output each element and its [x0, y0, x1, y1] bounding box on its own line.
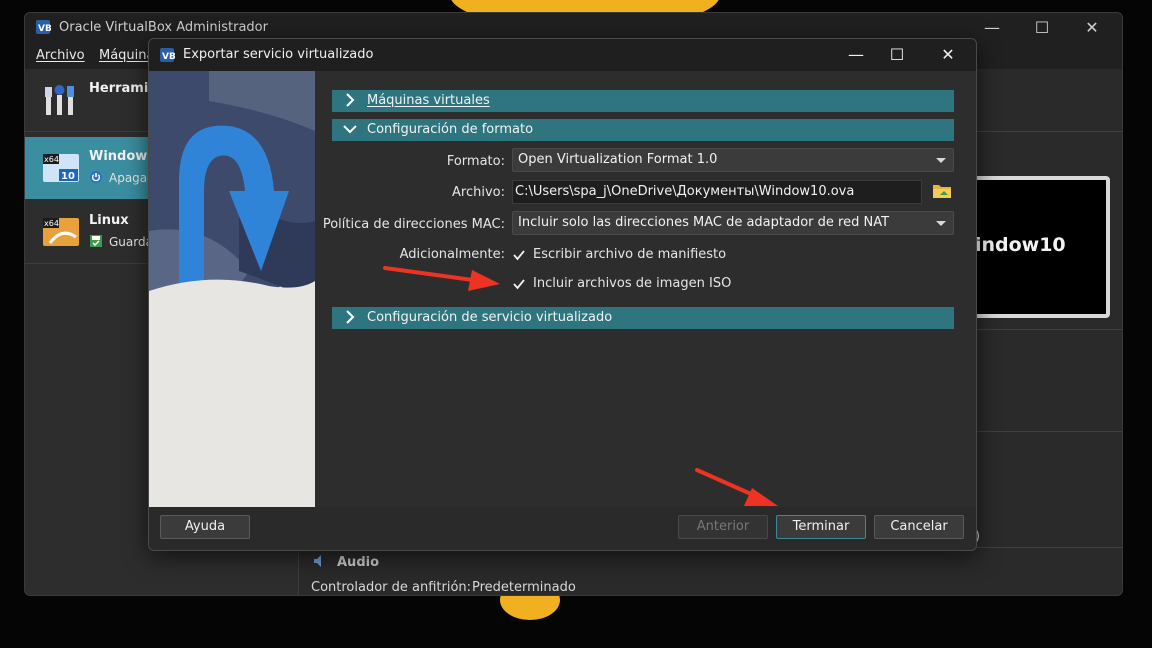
manifest-checkbox-label: Escribir archivo de manifiesto — [533, 247, 727, 262]
virtualbox-logo-icon: VB — [160, 48, 175, 62]
dialog-minimize-button[interactable]: — — [843, 44, 869, 66]
maximize-button[interactable]: ☐ — [1030, 17, 1054, 39]
chevron-down-icon — [343, 125, 357, 134]
format-label: Formato: — [446, 154, 505, 169]
help-button[interactable]: Ayuda — [160, 515, 250, 539]
svg-text:x64: x64 — [44, 155, 59, 164]
manager-title: Oracle VirtualBox Administrador — [59, 20, 268, 35]
audio-controller-label: Controlador de anfitrión: — [311, 580, 472, 595]
speaker-icon — [314, 555, 321, 567]
dropdown-arrow-icon — [936, 158, 946, 163]
file-path-value: C:\Users\spa_j\OneDrive\Документы\Window… — [515, 184, 855, 199]
section-virtual-machines[interactable]: Máquinas virtuales — [332, 90, 954, 112]
dialog-title: Exportar servicio virtualizado — [183, 47, 374, 62]
dropdown-arrow-icon — [936, 221, 946, 226]
chevron-right-icon — [346, 310, 355, 324]
section-label: Configuración de formato — [367, 122, 534, 137]
power-off-icon — [90, 171, 102, 183]
dialog-titlebar: VB Exportar servicio virtualizado — ☐ ✕ — [149, 39, 976, 71]
svg-text:VB: VB — [38, 24, 51, 34]
audio-controller-value: Predeterminado — [472, 580, 576, 595]
dialog-close-button[interactable]: ✕ — [935, 44, 961, 66]
linux-vm-icon: x64 — [43, 218, 79, 246]
svg-text:10: 10 — [61, 171, 75, 182]
saved-state-icon — [90, 235, 102, 247]
mac-policy-select[interactable]: Incluir solo las direcciones MAC de adap… — [512, 211, 954, 235]
mac-policy-label: Política de direcciones MAC: — [322, 217, 505, 232]
section-appliance-settings[interactable]: Configuración de servicio virtualizado — [332, 307, 954, 329]
menu-maquina[interactable]: Máquina — [99, 48, 155, 63]
tools-icon — [45, 85, 74, 115]
windows10-vm-icon: x64 10 — [43, 154, 79, 182]
svg-text:VB: VB — [162, 52, 175, 62]
minimize-button[interactable]: — — [980, 17, 1004, 39]
finish-button[interactable]: Terminar — [776, 515, 866, 539]
dialog-maximize-button[interactable]: ☐ — [884, 44, 910, 66]
section-label: Configuración de servicio virtualizado — [367, 310, 613, 325]
menu-archivo[interactable]: Archivo — [36, 48, 85, 63]
cancel-button[interactable]: Cancelar — [874, 515, 964, 539]
vm-preview: Window10 — [954, 176, 1110, 318]
include-iso-checkbox[interactable] — [512, 277, 526, 291]
virtualbox-logo-icon: VB — [36, 20, 51, 34]
include-iso-checkbox-label: Incluir archivos de imagen ISO — [533, 276, 732, 291]
file-path-input[interactable]: C:\Users\spa_j\OneDrive\Документы\Window… — [512, 180, 922, 204]
back-button[interactable]: Anterior — [678, 515, 768, 539]
format-select-value: Open Virtualization Format 1.0 — [518, 152, 718, 167]
export-appliance-dialog: VB Exportar servicio virtualizado — ☐ ✕ … — [148, 38, 977, 551]
section-format-settings[interactable]: Configuración de formato — [332, 119, 954, 141]
export-arrow-illustration — [149, 71, 315, 507]
close-button[interactable]: ✕ — [1080, 17, 1104, 39]
section-label: Máquinas virtuales — [367, 93, 490, 108]
audio-section-title: Audio — [337, 555, 380, 570]
export-wizard-illustration — [149, 71, 315, 507]
additional-label: Adicionalmente: — [399, 247, 505, 262]
dialog-footer: Ayuda Anterior Terminar Cancelar — [149, 507, 976, 550]
folder-browse-icon[interactable] — [931, 181, 953, 201]
file-label: Archivo: — [452, 185, 505, 200]
mac-policy-value: Incluir solo las direcciones MAC de adap… — [518, 215, 890, 230]
sidebar-item-label: Linux — [89, 213, 129, 228]
manifest-checkbox[interactable] — [512, 248, 526, 262]
svg-text:x64: x64 — [44, 219, 59, 228]
chevron-right-icon — [346, 93, 355, 107]
format-select[interactable]: Open Virtualization Format 1.0 — [512, 148, 954, 172]
